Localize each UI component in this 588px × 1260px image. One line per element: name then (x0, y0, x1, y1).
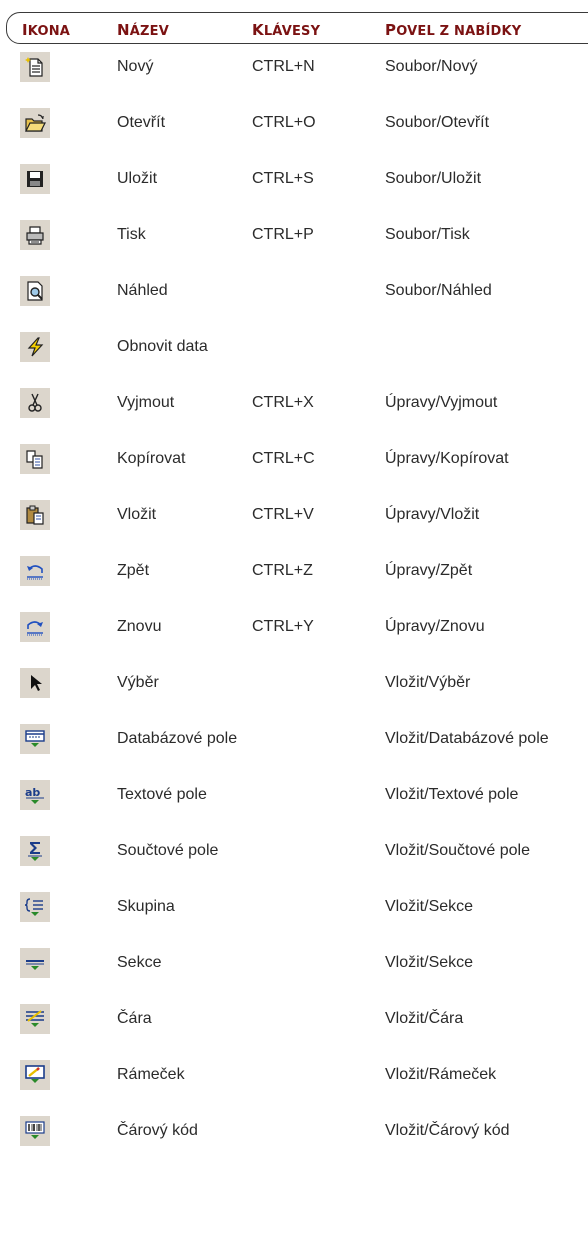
table-row: Tisk CTRL+P Soubor/Tisk (0, 220, 588, 274)
copy-icon (20, 444, 50, 474)
row-command: Úpravy/Vložit (385, 506, 480, 523)
row-command: Úpravy/Kopírovat (385, 450, 509, 467)
table-row: Sekce Vložit/Sekce (0, 948, 588, 1002)
row-command: Vložit/Rámeček (385, 1066, 497, 1083)
header-name-label: NÁZEV (117, 21, 169, 39)
table-row: Zpět CTRL+Z Úpravy/Zpět (0, 556, 588, 610)
row-name: Otevřít (117, 114, 166, 131)
row-name: Rámeček (117, 1066, 185, 1083)
lightning-refresh-icon (20, 332, 50, 362)
table-row: Součtové pole Vložit/Součtové pole (0, 836, 588, 890)
paste-clipboard-icon (20, 500, 50, 530)
row-command: Soubor/Náhled (385, 282, 492, 299)
row-command: Vložit/Čára (385, 1010, 464, 1027)
printer-icon (20, 220, 50, 250)
row-name: Uložit (117, 170, 158, 187)
header-command-column: POVEL Z NABÍDKY (385, 21, 521, 39)
section-icon (20, 948, 50, 978)
row-name: Zpět (117, 562, 150, 579)
svg-text:ab: ab (25, 786, 40, 799)
barcode-icon (20, 1116, 50, 1146)
row-command: Vložit/Výběr (385, 674, 471, 691)
text-field-icon: ab (20, 780, 50, 810)
row-command: Soubor/Uložit (385, 170, 482, 187)
header-keys-label: KLÁVESY (252, 21, 321, 39)
row-command: Vložit/Čárový kód (385, 1122, 510, 1139)
redo-icon (20, 612, 50, 642)
row-command: Úpravy/Zpět (385, 562, 473, 579)
row-name: Vyjmout (117, 394, 175, 411)
row-command: Úpravy/Vyjmout (385, 394, 498, 411)
header-command-label: POVEL Z NABÍDKY (385, 21, 522, 39)
row-command: Vložit/Součtové pole (385, 842, 530, 859)
row-command: Vložit/Sekce (385, 954, 474, 971)
row-command: Vložit/Sekce (385, 898, 474, 915)
row-command: Soubor/Tisk (385, 226, 470, 243)
row-keys: CTRL+V (252, 506, 314, 523)
open-folder-icon (20, 108, 50, 138)
row-name: Znovu (117, 618, 162, 635)
row-name: Textové pole (117, 786, 207, 803)
row-keys: CTRL+Y (252, 618, 314, 635)
row-name: Tisk (117, 226, 146, 243)
undo-icon (20, 556, 50, 586)
table-row: Obnovit data (0, 332, 588, 386)
row-keys: CTRL+N (252, 58, 315, 75)
row-name: Vložit (117, 506, 157, 523)
row-keys: CTRL+P (252, 226, 314, 243)
row-name: Kopírovat (117, 450, 186, 467)
row-name: Sekce (117, 954, 162, 971)
table-row: Otevřít CTRL+O Soubor/Otevřít (0, 108, 588, 162)
new-document-icon (20, 52, 50, 82)
table-row: Kopírovat CTRL+C Úpravy/Kopírovat (0, 444, 588, 498)
frame-icon (20, 1060, 50, 1090)
pointer-arrow-icon (20, 668, 50, 698)
row-name: Náhled (117, 282, 168, 299)
save-disk-icon (20, 164, 50, 194)
header-keys-column: KLÁVESY (252, 21, 320, 39)
row-keys: CTRL+Z (252, 562, 313, 579)
table-row: Náhled Soubor/Náhled (0, 276, 588, 330)
sum-field-icon (20, 836, 50, 866)
row-command: Vložit/Textové pole (385, 786, 519, 803)
row-name: Výběr (117, 674, 159, 691)
table-row: Vložit CTRL+V Úpravy/Vložit (0, 500, 588, 554)
table-row: Znovu CTRL+Y Úpravy/Znovu (0, 612, 588, 666)
row-command: Soubor/Otevřít (385, 114, 490, 131)
table-row: Rámeček Vložit/Rámeček (0, 1060, 588, 1114)
row-keys: CTRL+X (252, 394, 314, 411)
table-row: Čára Vložit/Čára (0, 1004, 588, 1058)
header-name-column: NÁZEV (117, 21, 169, 39)
row-keys: CTRL+C (252, 450, 315, 467)
header-icon-column: IKONA (22, 21, 70, 39)
row-command: Vložit/Databázové pole (385, 730, 549, 747)
row-name: Skupina (117, 898, 175, 915)
row-keys: CTRL+O (252, 114, 316, 131)
row-name: Databázové pole (117, 730, 238, 747)
row-name: Nový (117, 58, 154, 75)
row-name: Čárový kód (117, 1122, 198, 1139)
database-field-icon (20, 724, 50, 754)
row-name: Součtové pole (117, 842, 219, 859)
table-row: Vyjmout CTRL+X Úpravy/Vyjmout (0, 388, 588, 442)
row-command: Úpravy/Znovu (385, 618, 485, 635)
table-row: ab Textové pole Vložit/Textové pole (0, 780, 588, 834)
table-row: Databázové pole Vložit/Databázové pole (0, 724, 588, 778)
table-row: Výběr Vložit/Výběr (0, 668, 588, 722)
row-command: Soubor/Nový (385, 58, 478, 75)
row-name: Obnovit data (117, 338, 208, 355)
group-icon (20, 892, 50, 922)
scissors-icon (20, 388, 50, 418)
line-icon (20, 1004, 50, 1034)
table-row: Čárový kód Vložit/Čárový kód (0, 1116, 588, 1170)
table-row: Uložit CTRL+S Soubor/Uložit (0, 164, 588, 218)
row-name: Čára (117, 1010, 152, 1027)
table-row: Skupina Vložit/Sekce (0, 892, 588, 946)
print-preview-icon (20, 276, 50, 306)
header-icon-label: IKONA (22, 21, 71, 39)
row-keys: CTRL+S (252, 170, 314, 187)
table-row: Nový CTRL+N Soubor/Nový (0, 52, 588, 106)
